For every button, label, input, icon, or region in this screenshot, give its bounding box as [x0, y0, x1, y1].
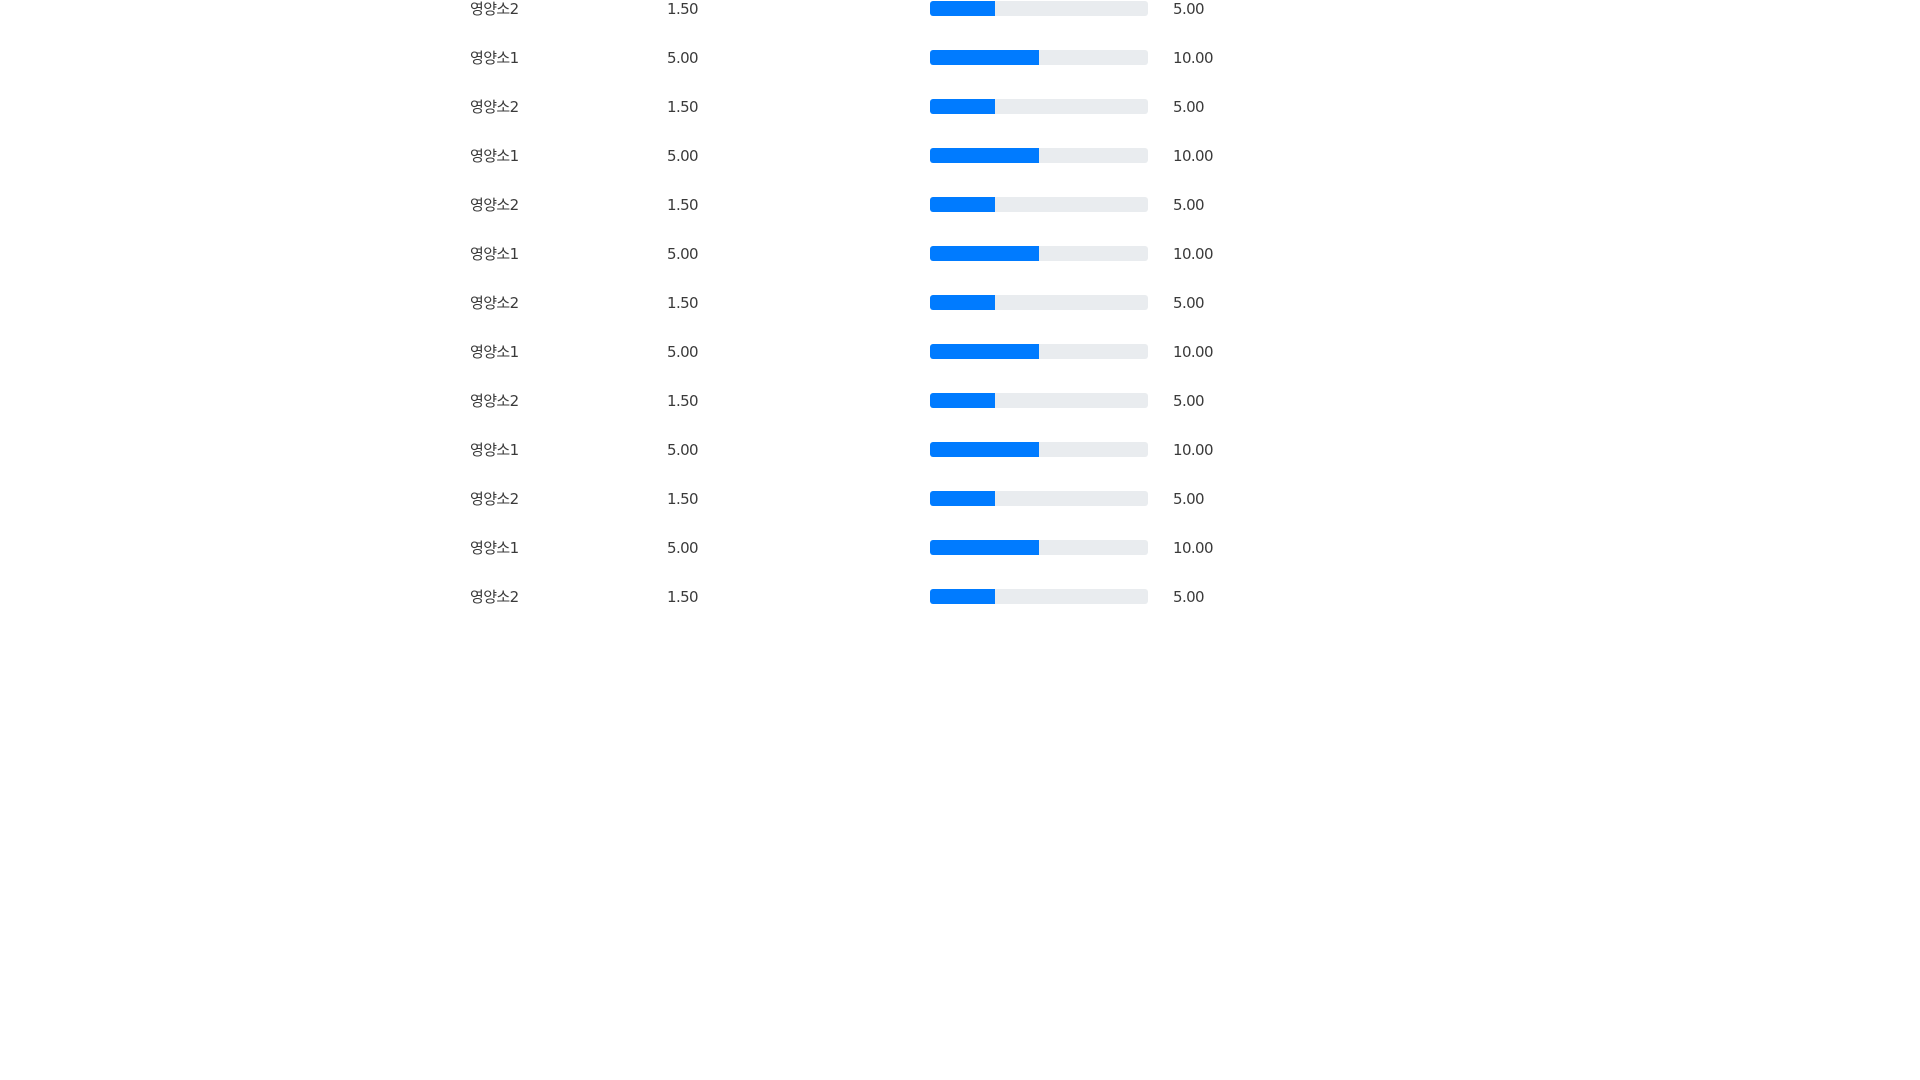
nutrient-amount: 1.50	[667, 392, 699, 410]
nutrient-amount: 5.00	[667, 245, 699, 263]
nutrient-name: 영양소2	[470, 392, 519, 410]
nutrient-name: 영양소1	[470, 343, 519, 361]
nutrient-target: 5.00	[1173, 0, 1205, 18]
nutrient-row: 영양소2 1.50 5.00	[0, 0, 1920, 21]
progress-bar-fill	[930, 99, 996, 114]
nutrient-target: 10.00	[1173, 539, 1214, 557]
progress-bar-fill	[930, 148, 1039, 163]
nutrient-amount: 1.50	[667, 490, 699, 508]
nutrient-name: 영양소2	[470, 294, 519, 312]
nutrient-row: 영양소2 1.50 5.00	[0, 95, 1920, 119]
nutrient-name: 영양소1	[470, 539, 519, 557]
progress-bar	[930, 589, 1148, 604]
nutrient-target: 5.00	[1173, 294, 1205, 312]
nutrient-row: 영양소2 1.50 5.00	[0, 291, 1920, 315]
progress-bar-fill	[930, 491, 996, 506]
nutrient-row: 영양소1 5.00 10.00	[0, 242, 1920, 266]
nutrient-amount: 5.00	[667, 49, 699, 67]
progress-bar-fill	[930, 197, 996, 212]
nutrient-target: 5.00	[1173, 98, 1205, 116]
nutrient-name: 영양소1	[470, 147, 519, 165]
nutrient-target: 10.00	[1173, 147, 1214, 165]
nutrient-row: 영양소2 1.50 5.00	[0, 193, 1920, 217]
nutrient-name: 영양소1	[470, 49, 519, 67]
progress-bar	[930, 1, 1148, 16]
nutrient-name: 영양소2	[470, 490, 519, 508]
nutrient-name: 영양소1	[470, 441, 519, 459]
nutrient-amount: 5.00	[667, 147, 699, 165]
nutrient-row: 영양소2 1.50 5.00	[0, 487, 1920, 511]
nutrient-target: 10.00	[1173, 49, 1214, 67]
nutrient-row: 영양소1 5.00 10.00	[0, 536, 1920, 560]
nutrient-amount: 1.50	[667, 588, 699, 606]
progress-bar	[930, 197, 1148, 212]
progress-bar-fill	[930, 442, 1039, 457]
nutrient-target: 10.00	[1173, 441, 1214, 459]
progress-bar	[930, 99, 1148, 114]
nutrient-target: 5.00	[1173, 588, 1205, 606]
nutrient-name: 영양소2	[470, 588, 519, 606]
nutrient-target: 5.00	[1173, 196, 1205, 214]
progress-bar	[930, 393, 1148, 408]
progress-bar	[930, 295, 1148, 310]
progress-bar-fill	[930, 1, 996, 16]
progress-bar	[930, 491, 1148, 506]
progress-bar-fill	[930, 540, 1039, 555]
nutrient-row: 영양소1 5.00 10.00	[0, 340, 1920, 364]
nutrient-amount: 5.00	[667, 539, 699, 557]
nutrient-amount: 5.00	[667, 441, 699, 459]
nutrient-amount: 1.50	[667, 294, 699, 312]
nutrient-row: 영양소1 5.00 10.00	[0, 144, 1920, 168]
progress-bar-fill	[930, 589, 996, 604]
nutrient-amount: 5.00	[667, 343, 699, 361]
progress-bar	[930, 442, 1148, 457]
progress-bar	[930, 50, 1148, 65]
progress-bar	[930, 540, 1148, 555]
nutrient-target: 10.00	[1173, 245, 1214, 263]
progress-bar	[930, 246, 1148, 261]
nutrient-target: 10.00	[1173, 343, 1214, 361]
nutrient-row: 영양소2 1.50 5.00	[0, 389, 1920, 413]
nutrient-row: 영양소1 5.00 10.00	[0, 438, 1920, 462]
nutrient-target: 5.00	[1173, 392, 1205, 410]
nutrient-target: 5.00	[1173, 490, 1205, 508]
nutrient-name: 영양소2	[470, 98, 519, 116]
progress-bar-fill	[930, 246, 1039, 261]
progress-bar-fill	[930, 295, 996, 310]
progress-bar-fill	[930, 50, 1039, 65]
nutrient-amount: 1.50	[667, 0, 699, 18]
nutrient-name: 영양소2	[470, 196, 519, 214]
nutrient-row: 영양소2 1.50 5.00	[0, 585, 1920, 609]
nutrient-amount: 1.50	[667, 98, 699, 116]
progress-bar-fill	[930, 344, 1039, 359]
progress-bar	[930, 344, 1148, 359]
nutrient-name: 영양소1	[470, 245, 519, 263]
progress-bar-fill	[930, 393, 996, 408]
progress-bar	[930, 148, 1148, 163]
nutrient-name: 영양소2	[470, 0, 519, 18]
nutrient-row: 영양소1 5.00 10.00	[0, 46, 1920, 70]
nutrient-amount: 1.50	[667, 196, 699, 214]
